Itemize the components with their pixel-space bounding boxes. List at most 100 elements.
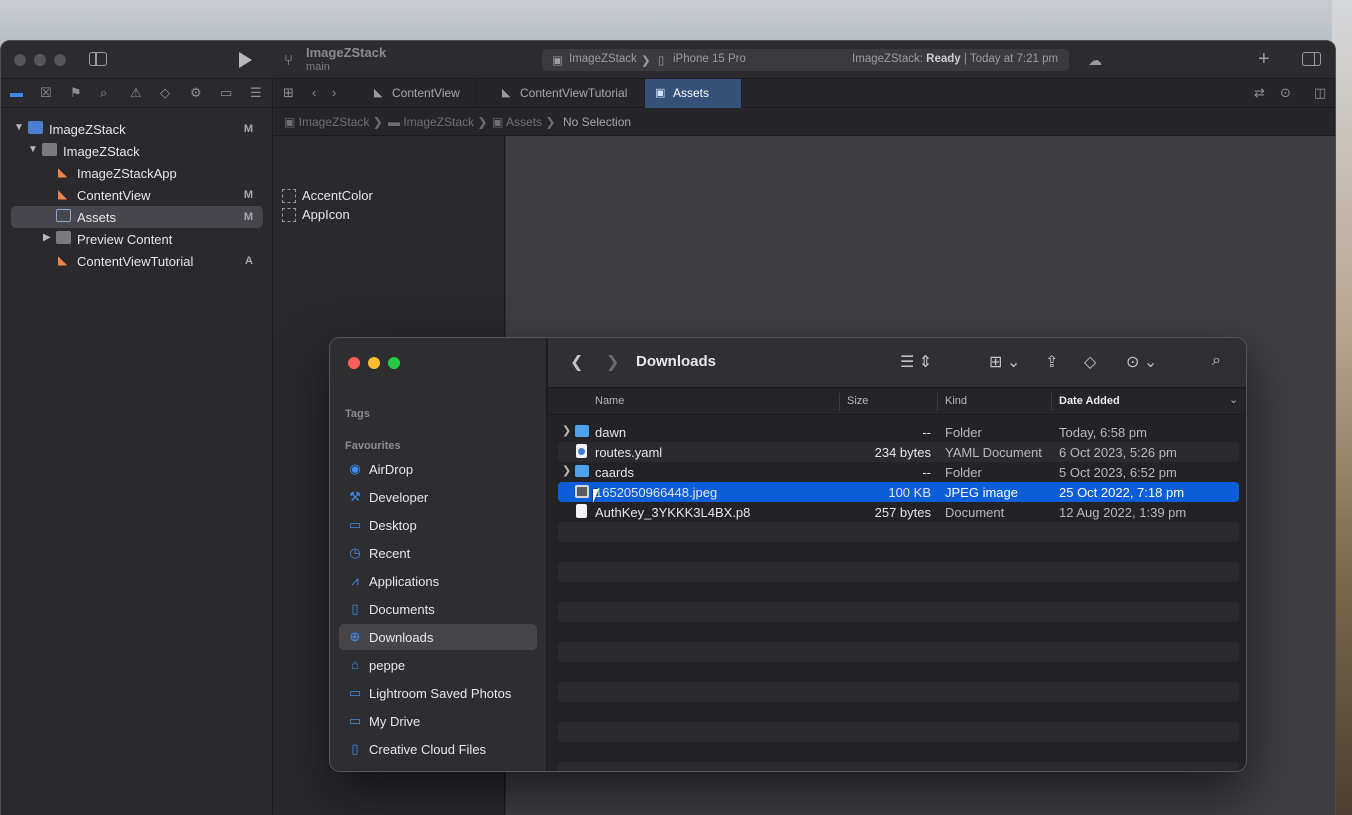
sidebar-item-recent[interactable]: ◷ Recent (339, 540, 537, 566)
sidebar-item-lightroom[interactable]: ▭ Lightroom Saved Photos (339, 680, 537, 706)
navigator-toggle-icon[interactable] (89, 52, 107, 66)
column-divider[interactable] (1051, 393, 1052, 411)
search-icon[interactable]: ⌕ (100, 85, 107, 101)
file-size: -- (922, 425, 931, 440)
sidebar-section-tags[interactable]: Tags (345, 408, 370, 420)
device-name[interactable]: iPhone 15 Pro (673, 53, 746, 65)
zoom-button[interactable] (54, 54, 66, 66)
sidebar-item-desktop[interactable]: ▭ Desktop (339, 512, 537, 538)
breadcrumb-project[interactable]: ▣ ImageZStack ❯ (284, 115, 383, 129)
sidebar-item-peppe[interactable]: ⌂ peppe (339, 652, 537, 678)
list-view-icon[interactable]: ☰ ⇕ (900, 352, 932, 372)
close-button[interactable] (14, 54, 26, 66)
column-name[interactable]: Name (595, 395, 624, 407)
tree-item-label: ContentViewTutorial (77, 254, 194, 269)
breakpoint-icon[interactable]: ▭ (220, 85, 232, 101)
tab-contentview[interactable]: ◣ ContentView (364, 79, 477, 108)
finder-sidebar: Tags Favourites ◉ AirDrop ⚒ Developer ▭ … (330, 338, 547, 771)
swap-icon[interactable]: ⇄ (1254, 85, 1265, 101)
forward-icon[interactable]: ❯ (606, 352, 619, 372)
file-date: 6 Oct 2023, 5:26 pm (1059, 445, 1177, 460)
tree-item-assets[interactable]: Assets M (11, 206, 263, 228)
run-icon[interactable] (239, 52, 252, 68)
breadcrumb: ▣ ImageZStack ❯ ▬ ImageZStack ❯ ▣ Assets… (274, 108, 1335, 136)
tree-item-label: Preview Content (77, 232, 173, 247)
column-size[interactable]: Size (847, 395, 868, 407)
file-row-jpeg[interactable]: 1652050966448.jpeg 100 KB JPEG image 25 … (558, 482, 1239, 502)
empty-row (558, 602, 1239, 622)
source-control-icon[interactable]: ☒ (40, 85, 52, 101)
sidebar-section-favourites[interactable]: Favourites (345, 440, 401, 452)
file-row-routes-yaml[interactable]: routes.yaml 234 bytes YAML Document 6 Oc… (558, 442, 1239, 462)
asset-catalog-icon (56, 209, 71, 222)
column-divider[interactable] (937, 393, 938, 411)
swift-file-icon: ◣ (502, 87, 511, 99)
bookmark-icon[interactable]: ⚑ (70, 85, 82, 101)
tab-contentviewtutorial[interactable]: ◣ ContentViewTutorial (492, 79, 645, 108)
app-icon-set-icon (282, 208, 296, 222)
back-icon[interactable]: ‹ (312, 85, 316, 100)
split-editor-icon[interactable]: ◫ (1314, 85, 1326, 101)
disclosure-icon[interactable]: ❯ (562, 464, 571, 477)
tree-item-contentview[interactable]: ◣ ContentView M (11, 184, 263, 206)
tab-assets[interactable]: ▣ Assets (645, 79, 742, 108)
sidebar-item-developer[interactable]: ⚒ Developer (339, 484, 537, 510)
column-divider[interactable] (839, 393, 840, 411)
tree-item-app-file[interactable]: ◣ ImageZStackApp (11, 162, 263, 184)
disclosure-icon[interactable]: ❯ (562, 424, 571, 437)
tree-item-group[interactable]: ▼ ImageZStack (11, 140, 263, 162)
empty-row (558, 642, 1239, 662)
chevron-down-icon[interactable]: ▼ (28, 144, 38, 155)
forward-icon[interactable]: › (332, 85, 336, 100)
sidebar-item-airdrop[interactable]: ◉ AirDrop (339, 456, 537, 482)
empty-row (558, 522, 1239, 542)
breadcrumb-selection[interactable]: No Selection (563, 115, 631, 129)
debug-icon[interactable]: ⚙ (190, 85, 202, 101)
warning-icon[interactable]: ⚠ (130, 85, 142, 101)
minimize-button[interactable] (34, 54, 46, 66)
column-kind[interactable]: Kind (945, 395, 967, 407)
close-button[interactable] (348, 357, 360, 369)
group-icon[interactable]: ⊞ ⌄ (989, 352, 1020, 372)
search-icon[interactable]: ⌕ (1212, 352, 1221, 370)
grid-icon[interactable]: ⊞ (283, 85, 294, 101)
tree-item-preview-content[interactable]: ▶ Preview Content (11, 228, 263, 250)
back-icon[interactable]: ❮ (570, 352, 583, 372)
tag-icon[interactable]: ◇ (1084, 352, 1096, 372)
share-icon[interactable]: ⇪ (1045, 352, 1058, 372)
minimize-button[interactable] (368, 357, 380, 369)
sidebar-item-documents[interactable]: ▯ Documents (339, 596, 537, 622)
more-icon[interactable]: ⊙ (1280, 85, 1291, 101)
sort-chevron-icon[interactable]: ⌄ (1229, 393, 1238, 406)
breadcrumb-assets[interactable]: ▣ Assets ❯ (492, 115, 555, 129)
file-row-authkey[interactable]: AuthKey_3YKKK3L4BX.p8 257 bytes Document… (558, 502, 1239, 522)
chevron-down-icon[interactable]: ▼ (14, 122, 24, 133)
folder-icon[interactable]: ▬ (10, 85, 23, 100)
cloud-icon[interactable]: ☁ (1088, 52, 1102, 69)
tree-item-project[interactable]: ▼ ImageZStack M (11, 118, 263, 140)
file-row-dawn[interactable]: ❯ dawn -- Folder Today, 6:58 pm (558, 422, 1239, 442)
more-actions-icon[interactable]: ⊙ ⌄ (1126, 352, 1157, 372)
test-icon[interactable]: ◇ (160, 85, 170, 101)
inspector-toggle-icon[interactable] (1302, 52, 1321, 66)
chevron-right-icon[interactable]: ▶ (43, 232, 51, 243)
tree-item-tutorial[interactable]: ◣ ContentViewTutorial A (11, 250, 263, 272)
file-date: 5 Oct 2023, 6:52 pm (1059, 465, 1177, 480)
sidebar-item-my-drive[interactable]: ▭ My Drive (339, 708, 537, 734)
sidebar-item-downloads[interactable]: ⊕ Downloads (339, 624, 537, 650)
add-icon[interactable]: + (1258, 48, 1270, 71)
sidebar-item-creative-cloud[interactable]: ▯ Creative Cloud Files (339, 736, 537, 762)
asset-item-appicon[interactable]: AppIcon (282, 207, 350, 222)
file-row-caards[interactable]: ❯ caards -- Folder 5 Oct 2023, 6:52 pm (558, 462, 1239, 482)
sidebar-item-applications[interactable]: ⩘ Applications (339, 568, 537, 594)
scheme-name[interactable]: ImageZStack (569, 53, 637, 65)
report-icon[interactable]: ☰ (250, 85, 262, 101)
activity-viewer[interactable]: ▣ ImageZStack ❯ ▯ iPhone 15 Pro ImageZSt… (542, 49, 1069, 71)
color-set-icon (282, 189, 296, 203)
breadcrumb-group[interactable]: ▬ ImageZStack ❯ (388, 115, 487, 129)
folder-icon: ▭ (348, 713, 362, 728)
file-date: Today, 6:58 pm (1059, 425, 1147, 440)
column-date-added[interactable]: Date Added (1059, 395, 1120, 407)
asset-item-accentcolor[interactable]: AccentColor (282, 188, 373, 203)
zoom-button[interactable] (388, 357, 400, 369)
